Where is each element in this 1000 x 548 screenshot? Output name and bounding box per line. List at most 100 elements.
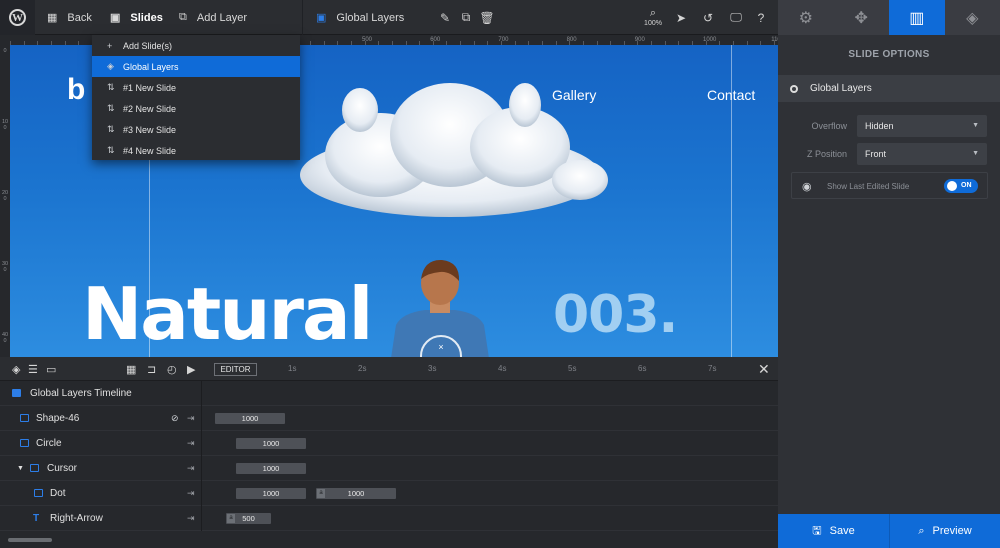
sort-icon: ⇅ <box>107 124 115 134</box>
timeline-layer-cell: T Right-Arrow ⇥ <box>0 506 202 531</box>
keyframe-marker[interactable]: a <box>227 514 235 523</box>
preview-button[interactable]: ⌕ Preview <box>889 514 1000 548</box>
timeline-frame-bar[interactable]: 1000 <box>236 438 306 449</box>
stopwatch-icon[interactable]: ◴ <box>167 357 177 381</box>
jump-to-end-icon[interactable]: ⇥ <box>187 506 195 531</box>
list-icon[interactable]: ☰ <box>28 357 38 381</box>
add-layer-label: Add Layer <box>196 11 248 24</box>
frame-duration: 1000 <box>262 464 280 473</box>
timeline-layer-row[interactable]: T Right-Arrow ⇥ a 500 <box>0 506 778 531</box>
save-button[interactable]: 🖫 Save <box>778 514 889 548</box>
timeline-frame-bar[interactable]: a 1000 <box>316 488 396 499</box>
slide-number-text[interactable]: 003. <box>553 285 678 345</box>
layer-name: Cursor <box>47 463 78 474</box>
layers-icon[interactable]: ◈ <box>12 357 20 381</box>
timeline-header-label: Global Layers Timeline <box>30 388 132 399</box>
close-icon[interactable]: ✕ <box>758 357 770 381</box>
timeline-layer-row[interactable]: Circle ⇥ 1000 <box>0 431 778 456</box>
zoom-control[interactable]: ⌕ 100% <box>641 0 665 35</box>
timeline-layer-row[interactable]: Shape-46 ⊘ ⇥ 1000 <box>0 406 778 431</box>
current-slide-selector[interactable]: ▣ Global Layers <box>316 0 404 35</box>
undo-icon[interactable]: ↺ <box>697 0 719 35</box>
add-layer-button[interactable]: ⧉ Add Layer <box>179 0 247 35</box>
tab-slide-options[interactable]: ▥ <box>889 0 945 35</box>
zposition-select[interactable]: Front ▼ <box>857 143 987 165</box>
dropdown-item-label: #2 New Slide <box>123 103 177 114</box>
editor-tab[interactable]: EDITOR <box>214 363 257 376</box>
wordpress-logo[interactable]: W <box>0 0 35 35</box>
dropdown-item[interactable]: + Add Slide(s) <box>92 35 300 56</box>
save-icon: 🖫 <box>812 524 822 537</box>
caret-down-icon[interactable]: ▼ <box>17 456 24 481</box>
headline-text[interactable]: Natural <box>82 278 373 350</box>
timeline-frame-bar[interactable]: 1000 <box>215 413 285 424</box>
ruler-label: 900 <box>634 37 645 43</box>
timeline-frame-bar[interactable]: 1000 <box>236 488 306 499</box>
eye-icon: ◉ <box>802 181 812 193</box>
dropdown-item[interactable]: ◈ Global Layers <box>92 56 300 77</box>
hidden-eye-icon[interactable]: ⊘ <box>171 406 179 431</box>
dropdown-item[interactable]: ⇅ #4 New Slide <box>92 140 300 161</box>
tab-layers[interactable]: ◈ <box>945 0 1000 35</box>
dropdown-item-label: #4 New Slide <box>123 145 177 156</box>
show-last-edited-toggle[interactable]: ON <box>944 179 978 193</box>
dropdown-item[interactable]: ⇅ #1 New Slide <box>92 77 300 98</box>
timeline-layer-row[interactable]: ▼ Cursor ⇥ 1000 <box>0 456 778 481</box>
ruler-label: 800 <box>566 37 577 43</box>
site-logo[interactable]: b <box>67 73 85 107</box>
zposition-row: Z Position Front ▼ <box>778 143 1000 165</box>
grid-snap-icon[interactable]: ▦ <box>126 357 136 381</box>
sort-icon: ⇅ <box>107 145 115 155</box>
back-button[interactable]: ▦ Back <box>47 0 92 35</box>
pointer-icon[interactable]: ➤ <box>670 0 692 35</box>
section-header-global-layers[interactable]: Global Layers <box>778 75 1000 102</box>
tab-navigation[interactable]: ✥ <box>834 0 890 35</box>
timeline-tick-label: 5s <box>568 364 577 373</box>
move-icon: ✥ <box>854 9 868 27</box>
timeline-frame-bar[interactable]: a 500 <box>226 513 271 524</box>
layer-name: Circle <box>36 438 62 449</box>
help-icon[interactable]: ? <box>750 0 772 35</box>
layer-name: Dot <box>50 488 66 499</box>
grid-icon: ▦ <box>47 12 58 24</box>
preview-label: Preview <box>932 525 972 537</box>
play-icon[interactable]: ▶ <box>187 357 195 381</box>
timeline-tick-label: 6s <box>638 364 647 373</box>
folder-icon[interactable]: ▭ <box>46 357 56 381</box>
edit-icon[interactable]: ✎ <box>434 0 456 35</box>
timeline-toolbar: ◈ ☰ ▭ ▦ ⊐ ◴ ▶ EDITOR 1s 2s 3s 4s 5s 6s 7s ✕ <box>0 357 778 381</box>
jump-to-end-icon[interactable]: ⇥ <box>187 406 195 431</box>
keyframe-marker[interactable]: a <box>317 489 325 498</box>
magnet-icon[interactable]: ⊐ <box>147 357 156 381</box>
slides-button[interactable]: ▣ Slides <box>110 0 163 35</box>
timeline-layer-row[interactable]: Dot ⇥ 1000 a 1000 <box>0 481 778 506</box>
shape-layer-icon <box>30 464 39 472</box>
overflow-value: Hidden <box>865 121 894 131</box>
nav-link-contact[interactable]: Contact <box>707 87 755 103</box>
jump-to-end-icon[interactable]: ⇥ <box>187 456 195 481</box>
horizontal-scrollbar[interactable] <box>8 538 52 542</box>
dropdown-item[interactable]: ⇅ #3 New Slide <box>92 119 300 140</box>
dropdown-item[interactable]: ⇅ #2 New Slide <box>92 98 300 119</box>
wordpress-icon: W <box>9 9 26 26</box>
toolbar-divider <box>302 0 303 35</box>
jump-to-end-icon[interactable]: ⇥ <box>187 481 195 506</box>
timeline-tick-label: 3s <box>428 364 437 373</box>
zposition-value: Front <box>865 149 887 159</box>
toggle-state: ON <box>961 182 972 189</box>
nav-link-gallery[interactable]: Gallery <box>552 87 596 103</box>
jump-to-end-icon[interactable]: ⇥ <box>187 431 195 456</box>
current-slide-label: Global Layers <box>336 11 405 24</box>
timeline-layer-cell: Shape-46 ⊘ ⇥ <box>0 406 202 431</box>
overflow-select[interactable]: Hidden ▼ <box>857 115 987 137</box>
timeline-header-cell: Global Layers Timeline <box>0 381 202 406</box>
timeline-header-row[interactable]: Global Layers Timeline <box>0 381 778 406</box>
desktop-device-icon[interactable]: 🖵 <box>725 0 747 35</box>
delete-icon[interactable]: 🗑 <box>476 0 498 35</box>
overflow-label: Overflow <box>811 121 847 131</box>
duplicate-icon[interactable]: ⧉ <box>455 0 477 35</box>
tab-settings[interactable]: ⚙ <box>778 0 834 35</box>
timeline-frame-bar[interactable]: 1000 <box>236 463 306 474</box>
zposition-label: Z Position <box>806 149 847 159</box>
layer-name: Shape-46 <box>36 413 80 424</box>
